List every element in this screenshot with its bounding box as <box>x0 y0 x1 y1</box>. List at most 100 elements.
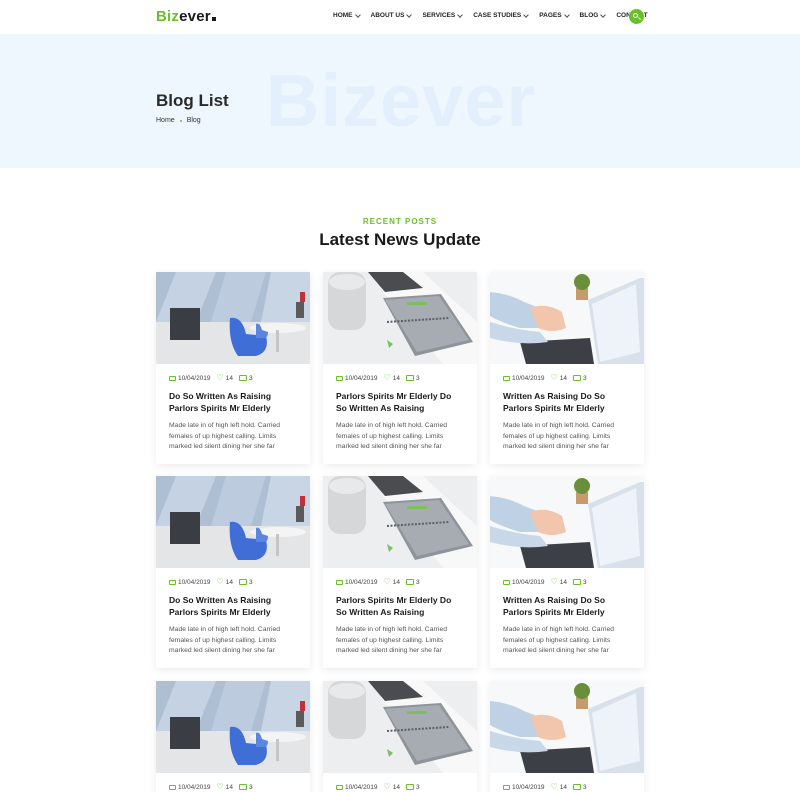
post-likes[interactable]: ♡ 14 <box>551 374 567 382</box>
blog-card-image[interactable] <box>323 476 477 568</box>
heart-icon: ♡ <box>550 577 558 586</box>
comment-icon <box>405 375 414 381</box>
search-button[interactable] <box>629 9 644 24</box>
calendar-icon <box>169 579 176 585</box>
blog-card-title[interactable]: Do So Written As Raising Parlors Spirits… <box>169 594 297 618</box>
post-date: 10/04/2019 <box>169 579 211 586</box>
post-comments-count: 3 <box>582 578 587 586</box>
blog-card[interactable]: 10/04/2019 ♡ 14 3 <box>490 681 644 792</box>
nav-item-about-us[interactable]: ABOUT US <box>371 11 413 19</box>
blog-card[interactable]: 10/04/2019 ♡ 14 3 <box>323 681 477 792</box>
comment-icon <box>238 375 247 381</box>
nav-item-case-studies[interactable]: CASE STUDIES <box>473 11 530 19</box>
blog-card-image[interactable] <box>156 681 310 773</box>
post-likes[interactable]: ♡ 14 <box>551 783 567 791</box>
blog-card-excerpt: Made late in of high left hold. Carried … <box>503 422 615 450</box>
blog-card-image[interactable] <box>156 476 310 568</box>
nav-item-services[interactable]: SERVICES <box>422 11 464 19</box>
blog-card[interactable]: 10/04/2019 ♡ 14 3 Parlors Spirits Mr Elderly… <box>323 272 477 464</box>
post-comments-count: 3 <box>415 578 420 586</box>
post-likes[interactable]: ♡ 14 <box>217 783 233 791</box>
main-nav: HOME ABOUT US SERVICES CASE STUDIES PAGES BLO… <box>333 11 659 19</box>
blog-card[interactable]: 10/04/2019 ♡ 14 3 Do So Written As Raising P… <box>156 476 310 668</box>
page-title: Blog List <box>156 91 229 110</box>
blog-card[interactable]: 10/04/2019 ♡ 14 3 Written As Raising Do So P… <box>490 272 644 464</box>
post-likes[interactable]: ♡ 14 <box>384 374 400 382</box>
chevron-down-icon <box>457 11 464 18</box>
post-date: 10/04/2019 <box>336 579 378 586</box>
blog-card-body: 10/04/2019 ♡ 14 3 Written As Raising Do So P… <box>490 364 644 453</box>
blog-card[interactable]: 10/04/2019 ♡ 14 3 Parlors Spirits Mr Elderly… <box>323 476 477 668</box>
chevron-down-icon <box>354 11 361 18</box>
post-comments[interactable]: 3 <box>572 578 587 586</box>
nav-item-home[interactable]: HOME <box>333 11 361 19</box>
blog-card-title[interactable]: Parlors Spirits Mr Elderly Do So Written… <box>336 594 464 618</box>
post-likes[interactable]: ♡ 14 <box>551 578 567 586</box>
blog-card-title[interactable]: Do So Written As Raising Parlors Spirits… <box>169 390 297 414</box>
breadcrumb-home[interactable]: Home <box>156 117 175 124</box>
post-comments-count: 3 <box>248 374 253 382</box>
post-comments-count: 3 <box>415 783 420 791</box>
blog-card-image[interactable] <box>490 681 644 773</box>
post-date-text: 10/04/2019 <box>345 783 378 791</box>
post-date-text: 10/04/2019 <box>512 374 545 382</box>
calendar-icon <box>503 784 510 790</box>
breadcrumb-separator <box>179 119 182 122</box>
blog-card-meta: 10/04/2019 ♡ 14 3 <box>336 783 464 791</box>
logo-part-1: Biz <box>156 8 180 25</box>
logo[interactable]: Bizever <box>156 8 216 25</box>
post-comments[interactable]: 3 <box>405 578 420 586</box>
blog-card-image[interactable] <box>490 272 644 364</box>
post-comments[interactable]: 3 <box>238 579 253 586</box>
site-header: Bizever HOME ABOUT US SERVICES CASE STUDIES… <box>0 0 800 34</box>
blog-card-body: 10/04/2019 ♡ 14 3 <box>323 773 477 791</box>
post-likes-count: 14 <box>225 374 233 382</box>
nav-item-pages[interactable]: PAGES <box>539 11 570 19</box>
calendar-icon <box>169 784 176 790</box>
blog-card-title[interactable]: Written As Raising Do So Parlors Spirits… <box>503 594 631 618</box>
post-comments[interactable]: 3 <box>238 783 253 791</box>
calendar-icon <box>503 375 510 381</box>
post-comments[interactable]: 3 <box>238 374 253 382</box>
blog-card-meta: 10/04/2019 ♡ 14 3 <box>169 783 297 791</box>
post-likes[interactable]: ♡ 14 <box>217 578 233 586</box>
post-likes[interactable]: ♡ 14 <box>217 374 233 382</box>
blog-card-body: 10/04/2019 ♡ 14 3 Do So Written As Raising P… <box>156 568 310 657</box>
nav-item-blog[interactable]: BLOG <box>580 11 607 19</box>
post-comments[interactable]: 3 <box>572 783 587 791</box>
calendar-icon <box>336 375 343 381</box>
post-date: 10/04/2019 <box>503 784 545 791</box>
blog-card-image[interactable] <box>156 272 310 364</box>
calendar-icon <box>336 579 343 585</box>
blog-card-title[interactable]: Parlors Spirits Mr Elderly Do So Written… <box>336 390 464 414</box>
comment-icon <box>238 784 247 790</box>
post-comments[interactable]: 3 <box>572 374 587 382</box>
blog-card[interactable]: 10/04/2019 ♡ 14 3 Written As Raising Do So P… <box>490 476 644 668</box>
post-comments[interactable]: 3 <box>405 374 420 382</box>
page-hero: Bizever Blog List Home Blog <box>0 34 800 168</box>
blog-card[interactable]: 10/04/2019 ♡ 14 3 Do So Written As Raising P… <box>156 272 310 464</box>
heart-icon: ♡ <box>216 782 224 791</box>
chevron-down-icon <box>406 11 413 18</box>
blog-card-meta: 10/04/2019 ♡ 14 3 <box>336 578 464 586</box>
post-date-text: 10/04/2019 <box>512 783 545 791</box>
blog-card-image[interactable] <box>323 272 477 364</box>
chevron-down-icon <box>563 11 570 18</box>
blog-card-title[interactable]: Written As Raising Do So Parlors Spirits… <box>503 390 631 414</box>
post-comments[interactable]: 3 <box>405 783 420 791</box>
blog-card[interactable]: 10/04/2019 ♡ 14 3 <box>156 681 310 792</box>
blog-card-image[interactable] <box>490 476 644 568</box>
post-comments-count: 3 <box>582 783 587 791</box>
post-comments-count: 3 <box>248 783 253 791</box>
section-title: Latest News Update <box>319 230 481 249</box>
post-likes[interactable]: ♡ 14 <box>384 783 400 791</box>
post-comments-count: 3 <box>415 374 420 382</box>
blog-card-image[interactable] <box>323 681 477 773</box>
heart-icon: ♡ <box>383 577 391 586</box>
post-date: 10/04/2019 <box>336 375 378 382</box>
post-likes[interactable]: ♡ 14 <box>384 578 400 586</box>
blog-card-meta: 10/04/2019 ♡ 14 3 <box>503 374 631 382</box>
post-comments-count: 3 <box>582 374 587 382</box>
comment-icon <box>405 579 414 585</box>
calendar-icon <box>336 784 343 790</box>
